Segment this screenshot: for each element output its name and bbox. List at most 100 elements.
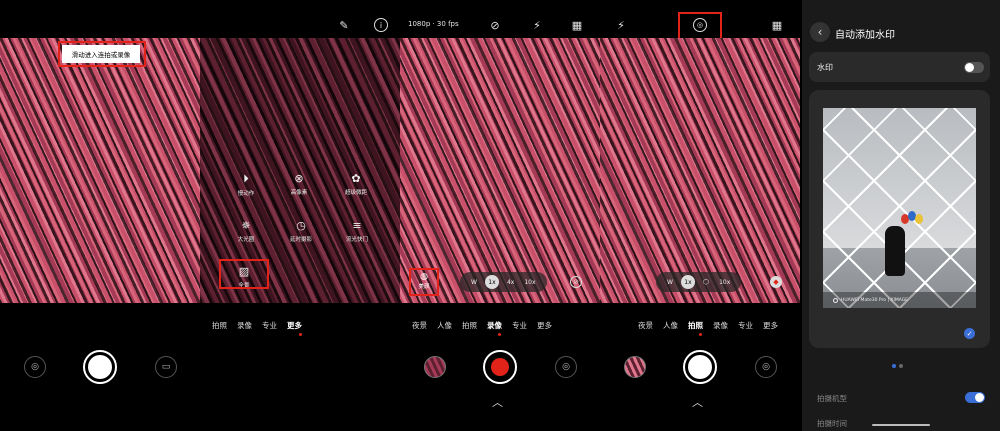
camera-panel-3: 1080p · 30 fps ⊘ ⚡ ▦ ◍ 美颜 W 1x 4x 10x ⊘ … <box>400 0 600 431</box>
mode-tab-video[interactable]: 录像 <box>713 320 728 331</box>
camera-panel-1: 滑动进入连拍或录像 ◎ ▭ <box>0 0 200 431</box>
mode-high-pixel[interactable]: ⊗ 高像素 <box>279 172 319 196</box>
shutter-button[interactable] <box>83 350 117 384</box>
zoom-3d-icon[interactable]: ⬡ <box>703 278 709 286</box>
watermark-settings-panel: ‹ 自动添加水印 水印 HUAWEI Mate30 Pro | XIMAGE ✓… <box>802 0 1000 431</box>
viewfinder[interactable] <box>600 38 800 303</box>
capture-time-label: 拍摄时间 <box>817 419 847 428</box>
camera-switch-icon[interactable]: ◎ <box>755 356 777 378</box>
flash-off-icon[interactable]: ⚡ <box>614 18 628 32</box>
camera-switch-icon[interactable]: ◎ <box>555 356 577 378</box>
mode-tab-photo[interactable]: 拍照 <box>212 320 227 331</box>
highlight-box <box>409 268 439 296</box>
viewfinder[interactable] <box>0 38 200 303</box>
mode-bar: 拍照 录像 专业 更多 <box>212 320 312 331</box>
mode-tab-more[interactable]: 更多 <box>763 320 778 331</box>
mode-label: 延时摄影 <box>289 237 312 243</box>
checkmark-icon[interactable]: ✓ <box>964 328 975 339</box>
mode-tab-photo[interactable]: 拍照 <box>688 320 703 331</box>
shutter-inner <box>688 355 712 379</box>
info-icon[interactable]: i <box>374 18 388 32</box>
toggle-knob <box>975 393 984 402</box>
video-icon[interactable]: ▭ <box>155 356 177 378</box>
mode-tab-portrait[interactable]: 人像 <box>663 320 678 331</box>
edit-icon[interactable]: ✎ <box>337 18 351 32</box>
slow-motion-icon: ⏵ <box>243 172 249 185</box>
active-mode-indicator <box>699 333 702 336</box>
zoom-4x[interactable]: 4x <box>507 279 514 286</box>
mode-tab-night[interactable]: 夜景 <box>412 320 427 331</box>
page-dot-active <box>892 364 896 368</box>
mode-super-macro[interactable]: ✿ 超级微距 <box>336 172 376 196</box>
video-format[interactable]: 1080p · 30 fps <box>408 20 459 28</box>
super-macro-icon: ✿ <box>351 172 361 185</box>
mode-aperture[interactable]: ✵ 大光圈 <box>226 219 266 243</box>
chevron-up-icon[interactable]: ︿ <box>692 394 703 410</box>
mode-label: 超级微距 <box>344 190 367 196</box>
zoom-wide[interactable]: W <box>667 279 673 286</box>
viewfinder[interactable] <box>400 38 600 303</box>
mode-tab-portrait[interactable]: 人像 <box>437 320 452 331</box>
back-button[interactable]: ‹ <box>810 22 830 42</box>
home-indicator <box>872 424 930 426</box>
zoom-selector: W 1x 4x 10x <box>460 272 547 292</box>
mode-label: 慢动作 <box>237 191 255 197</box>
camera-switch-icon[interactable]: ◎ <box>24 356 46 378</box>
flash-off-icon[interactable]: ⚡ <box>530 18 544 32</box>
device-model-toggle[interactable] <box>965 392 985 403</box>
mode-label: 大光圈 <box>237 237 255 243</box>
active-mode-indicator <box>498 333 501 336</box>
mode-tab-video[interactable]: 录像 <box>487 320 502 331</box>
mode-tab-night[interactable]: 夜景 <box>638 320 653 331</box>
mode-tab-pro[interactable]: 专业 <box>738 320 753 331</box>
mode-tab-more[interactable]: 更多 <box>537 320 552 331</box>
mode-tab-pro[interactable]: 专业 <box>262 320 277 331</box>
ai-off-icon[interactable]: ⊘ <box>570 276 582 288</box>
zoom-wide[interactable]: W <box>471 279 477 286</box>
gallery-thumbnail[interactable] <box>624 356 646 378</box>
toggle-knob <box>965 63 974 72</box>
camera-panel-4: ⚡ ◎ ▦ W 1x ⬡ 10x ◆ 夜景 人像 拍照 录像 专业 更多 ◎ ︿ <box>600 0 800 431</box>
mode-tab-pro[interactable]: 专业 <box>512 320 527 331</box>
light-painting-icon: ≡ <box>352 219 362 232</box>
mode-bar: 夜景 人像 拍照 录像 专业 更多 <box>638 320 788 331</box>
timelapse-icon: ◷ <box>296 219 306 232</box>
film-icon[interactable]: ▦ <box>770 18 784 32</box>
page-title: 自动添加水印 <box>835 30 895 41</box>
mode-tab-photo[interactable]: 拍照 <box>462 320 477 331</box>
mode-timelapse[interactable]: ◷ 延时摄影 <box>281 219 321 243</box>
film-icon[interactable]: ▦ <box>570 18 584 32</box>
zoom-selector: W 1x ⬡ 10x <box>656 272 742 292</box>
camera-panel-2: ✎ i ⏵ 慢动作 ⊗ 高像素 ✿ 超级微距 ✵ 大光圈 ◷ 延时摄影 ≡ 流光快门 ▨ 全景… <box>200 0 400 431</box>
preview-photo: HUAWEI Mate30 Pro | XIMAGE <box>823 108 976 308</box>
highlight-box <box>219 259 269 289</box>
page-dot <box>899 364 903 368</box>
mode-tab-video[interactable]: 录像 <box>237 320 252 331</box>
ai-icon[interactable]: ◆ <box>770 276 782 288</box>
zoom-10x[interactable]: 10x <box>719 279 730 286</box>
mode-tab-more[interactable]: 更多 <box>287 320 302 331</box>
balloon-yellow <box>915 214 923 224</box>
person-silhouette <box>885 226 905 276</box>
record-button[interactable] <box>483 350 517 384</box>
shutter-button[interactable] <box>683 350 717 384</box>
gallery-thumbnail[interactable] <box>424 356 446 378</box>
mode-label: 流光快门 <box>345 237 368 243</box>
chevron-up-icon[interactable]: ︿ <box>492 394 503 410</box>
pagination-dots <box>892 364 906 368</box>
zoom-1x[interactable]: 1x <box>680 275 695 289</box>
record-dot <box>491 358 509 376</box>
mode-label: 高像素 <box>290 190 308 196</box>
zoom-10x[interactable]: 10x <box>524 279 535 286</box>
watermark-preview-card[interactable]: HUAWEI Mate30 Pro | XIMAGE ✓ <box>809 90 990 348</box>
zoom-1x[interactable]: 1x <box>484 275 499 289</box>
stabilization-off-icon[interactable]: ⊘ <box>488 18 502 32</box>
watermark-toggle[interactable] <box>964 62 984 73</box>
shutter-inner <box>88 355 112 379</box>
active-mode-indicator <box>299 333 302 336</box>
mode-bar: 夜景 人像 拍照 录像 专业 更多 <box>412 320 562 331</box>
device-model-row: 拍摄机型 <box>809 388 990 408</box>
mode-slow-motion[interactable]: ⏵ 慢动作 <box>226 172 266 197</box>
watermark-row: 水印 <box>809 52 990 82</box>
mode-light-painting[interactable]: ≡ 流光快门 <box>337 219 377 243</box>
